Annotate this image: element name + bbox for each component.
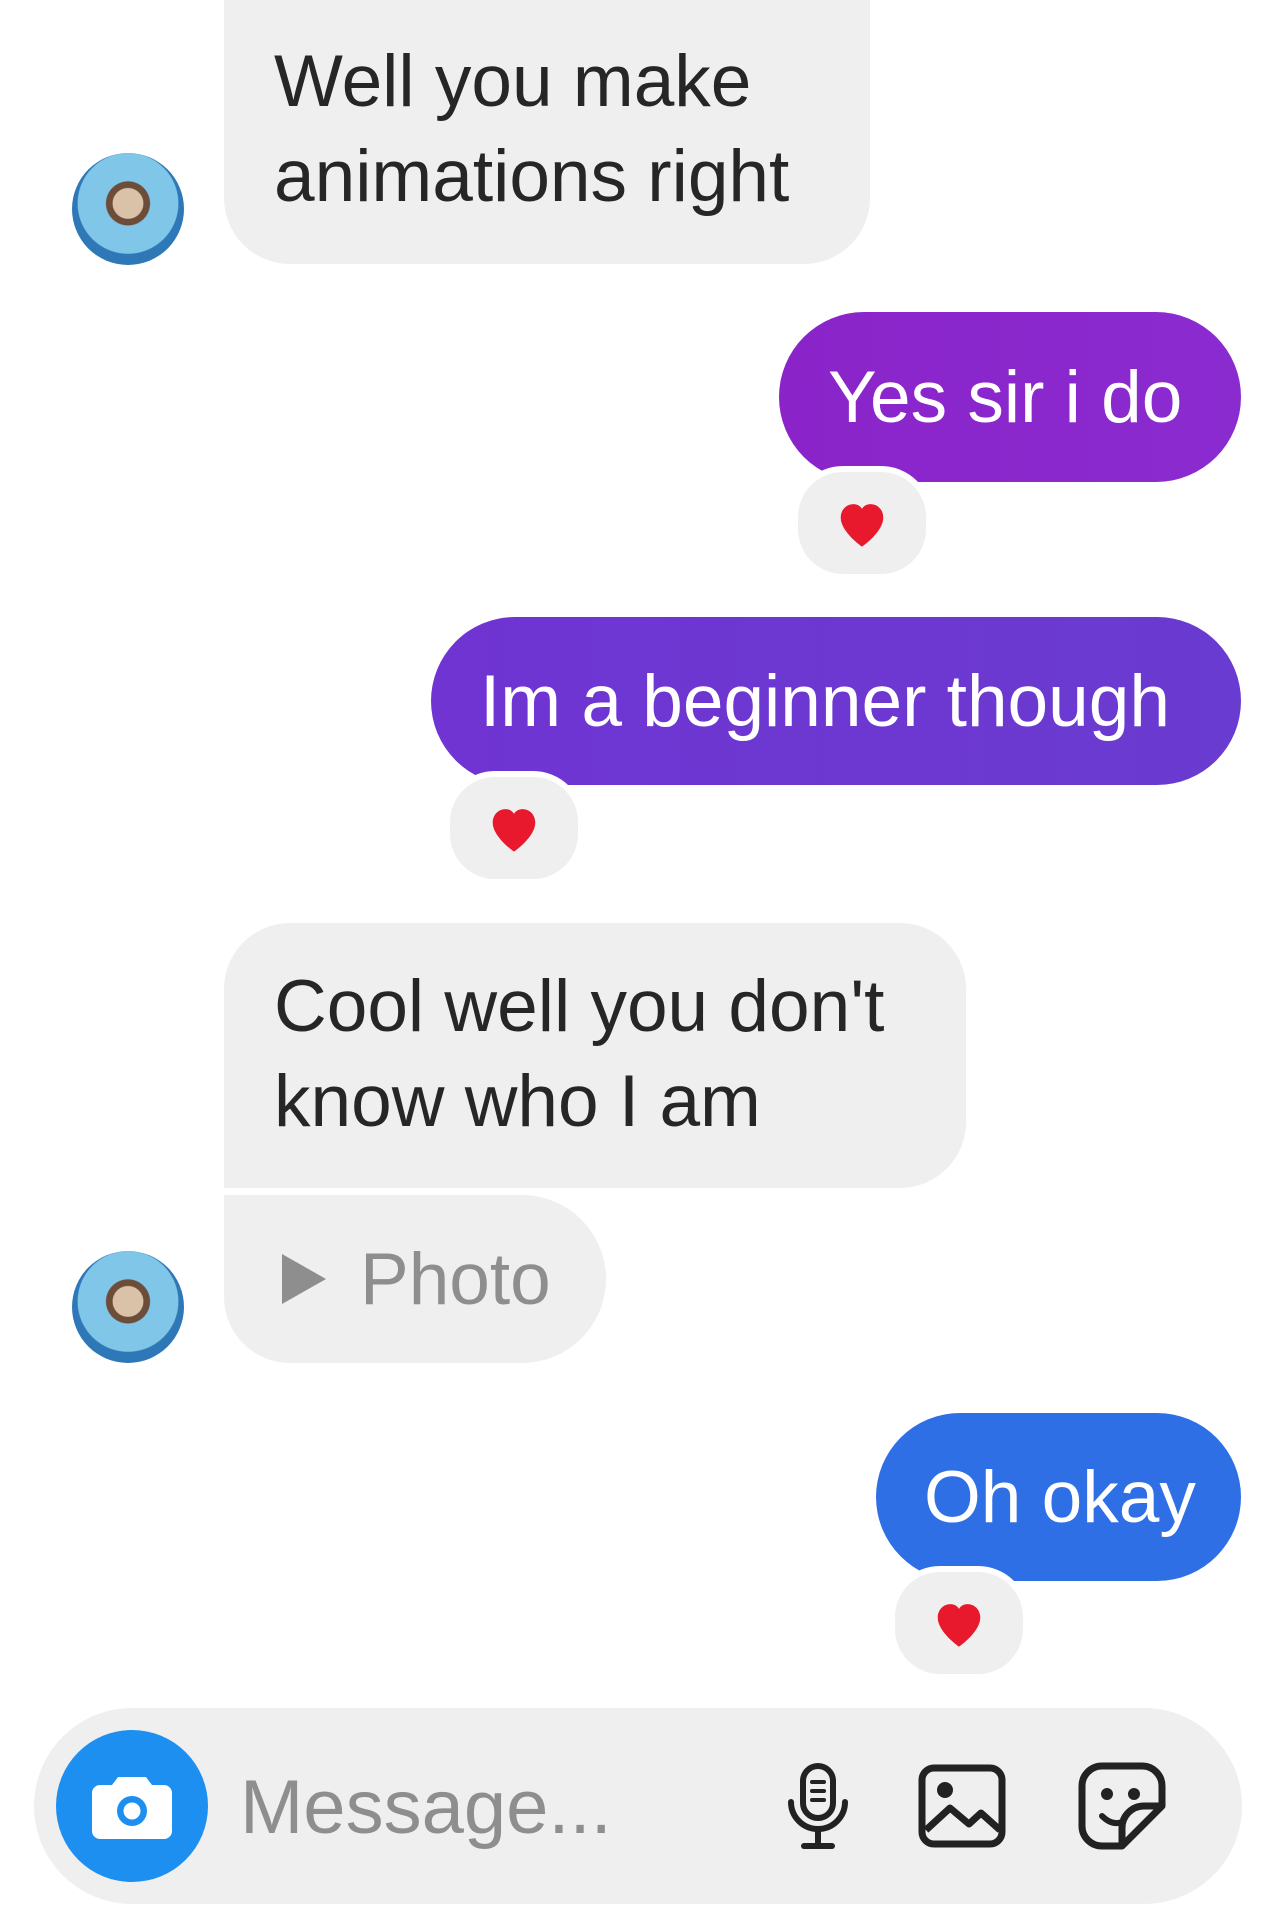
message-input[interactable]: Message... (240, 1766, 612, 1850)
gallery-icon[interactable] (914, 1758, 1010, 1854)
outgoing-message-bubble[interactable]: Im a beginner though (431, 617, 1241, 785)
message-text: Oh okay (924, 1457, 1196, 1538)
heart-reaction[interactable] (444, 771, 584, 885)
outgoing-message-bubble[interactable]: Yes sir i do (779, 312, 1241, 482)
message-text: Yes sir i do (828, 357, 1183, 438)
camera-icon (92, 1777, 172, 1839)
play-icon (282, 1254, 326, 1304)
contact-avatar[interactable] (72, 1251, 184, 1363)
outgoing-message-bubble[interactable]: Oh okay (876, 1413, 1241, 1581)
attachment-label: Photo (360, 1238, 551, 1320)
message-text: Well you make animations right (274, 41, 790, 217)
message-text: Im a beginner though (480, 661, 1170, 742)
heart-icon (937, 1604, 981, 1647)
heart-reaction[interactable] (889, 1566, 1029, 1680)
heart-icon (840, 504, 884, 547)
sticker-icon[interactable] (1074, 1758, 1170, 1854)
photo-attachment-bubble[interactable]: Photo (224, 1195, 606, 1363)
camera-button[interactable] (56, 1730, 208, 1882)
incoming-message-bubble[interactable]: Cool well you don't know who I am (224, 923, 966, 1188)
incoming-message-bubble[interactable]: Well you make animations right (224, 0, 870, 264)
microphone-icon[interactable] (770, 1758, 866, 1854)
message-text: Cool well you don't know who I am (274, 966, 885, 1142)
heart-reaction[interactable] (792, 466, 932, 580)
message-composer: Message... (34, 1708, 1242, 1904)
heart-icon (492, 809, 536, 852)
contact-avatar[interactable] (72, 153, 184, 265)
